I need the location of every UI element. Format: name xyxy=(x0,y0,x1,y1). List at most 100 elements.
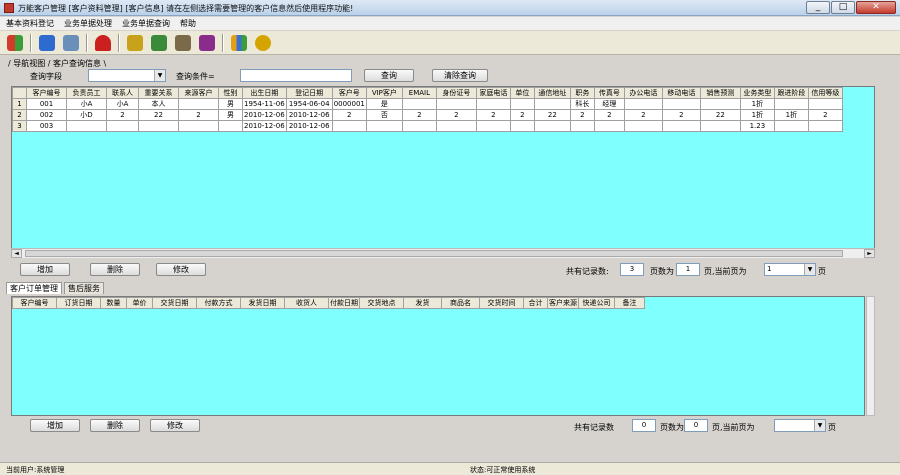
table-cell[interactable] xyxy=(106,120,139,132)
col-header[interactable]: 性别 xyxy=(218,87,243,99)
table-cell[interactable]: 2 xyxy=(401,109,437,121)
table-cell[interactable]: 否 xyxy=(365,109,403,121)
table-cell[interactable] xyxy=(218,120,243,132)
table-cell[interactable] xyxy=(699,98,741,110)
table-cell[interactable]: 0000001 xyxy=(331,98,367,110)
table-cell[interactable]: 1折 xyxy=(739,98,775,110)
col-header[interactable]: 身份证号 xyxy=(435,87,477,99)
table-cell[interactable] xyxy=(773,120,809,132)
row-number[interactable]: 1 xyxy=(12,98,27,110)
col-header[interactable]: 单价 xyxy=(126,297,153,309)
query-field-select[interactable]: ▼ xyxy=(88,69,166,82)
scroll-thumb[interactable] xyxy=(25,250,843,257)
table-cell[interactable]: 2010-12-06 xyxy=(242,120,287,132)
col-header[interactable]: 交货地点 xyxy=(359,297,404,309)
col-header[interactable]: 联系人 xyxy=(106,87,139,99)
table-row[interactable]: 2 002 小D 2 22 2 男 2010-12-06 2010-12-06 … xyxy=(12,109,843,121)
table-cell[interactable] xyxy=(533,120,571,132)
col-header[interactable]: 订货日期 xyxy=(56,297,101,309)
col-header[interactable]: 合计 xyxy=(523,297,548,309)
chevron-down-icon[interactable]: ▼ xyxy=(804,264,815,275)
table-cell[interactable]: 2 xyxy=(509,109,535,121)
table-cell[interactable] xyxy=(178,98,219,110)
col-header[interactable]: 数量 xyxy=(100,297,127,309)
tool-button-5[interactable] xyxy=(124,33,146,53)
customer-grid-hscrollbar[interactable]: ◄ ► xyxy=(11,248,875,258)
col-header[interactable]: 通信地址 xyxy=(533,87,571,99)
col-header[interactable]: 商品名 xyxy=(441,297,480,309)
col-header[interactable]: VIP客户 xyxy=(365,87,403,99)
col-header[interactable]: 业务类型 xyxy=(739,87,775,99)
table-cell[interactable] xyxy=(773,98,809,110)
delete-customer-button[interactable]: 删除 xyxy=(90,263,140,276)
table-cell[interactable] xyxy=(401,98,437,110)
col-header[interactable]: 发货日期 xyxy=(240,297,285,309)
query-keyword-input[interactable] xyxy=(240,69,352,82)
col-header[interactable]: 重要关系 xyxy=(138,87,179,99)
col-header[interactable]: EMAIL xyxy=(401,87,437,99)
table-cell[interactable]: 男 xyxy=(218,98,243,110)
table-cell[interactable]: 1折 xyxy=(773,109,809,121)
col-header[interactable]: 交货日期 xyxy=(152,297,197,309)
row-number[interactable]: 2 xyxy=(12,109,27,121)
col-header[interactable]: 快递公司 xyxy=(578,297,615,309)
table-cell[interactable] xyxy=(435,98,477,110)
maximize-button[interactable]: □ xyxy=(831,1,855,14)
col-header[interactable]: 办公电话 xyxy=(623,87,663,99)
table-cell[interactable] xyxy=(401,120,437,132)
order-page-select[interactable]: ▼ xyxy=(774,419,826,432)
clear-query-button[interactable]: 清除查询 xyxy=(432,69,488,82)
table-cell[interactable]: 003 xyxy=(26,120,67,132)
query-button[interactable]: 查询 xyxy=(364,69,414,82)
table-cell[interactable]: 2010-12-06 xyxy=(242,109,287,121)
table-cell[interactable] xyxy=(807,120,843,132)
add-order-button[interactable]: 增加 xyxy=(30,419,80,432)
orders-grid-vscrollbar[interactable] xyxy=(866,296,875,416)
tool-button-8[interactable] xyxy=(196,33,218,53)
table-cell[interactable] xyxy=(699,120,741,132)
table-cell[interactable]: 001 xyxy=(26,98,67,110)
close-button[interactable]: ✕ xyxy=(856,1,896,14)
col-header[interactable]: 付款日期 xyxy=(328,297,360,309)
table-cell[interactable]: 002 xyxy=(26,109,67,121)
table-cell[interactable] xyxy=(623,98,663,110)
table-cell[interactable] xyxy=(509,120,535,132)
add-customer-button[interactable]: 增加 xyxy=(20,263,70,276)
menu-help[interactable]: 帮助 xyxy=(180,18,196,29)
col-header[interactable]: 客户编号 xyxy=(12,297,57,309)
table-cell[interactable] xyxy=(138,120,179,132)
col-header[interactable]: 家庭电话 xyxy=(475,87,511,99)
col-header[interactable]: 单位 xyxy=(509,87,535,99)
table-row[interactable]: 1 001 小A 小A 本人 男 1954-11-06 1954-06-04 0… xyxy=(12,98,843,110)
scroll-left-icon[interactable]: ◄ xyxy=(11,249,22,258)
table-cell[interactable]: 2 xyxy=(569,109,595,121)
table-cell[interactable]: 科长 xyxy=(569,98,595,110)
table-cell[interactable]: 2010-12-06 xyxy=(285,120,333,132)
table-cell[interactable]: 2 xyxy=(661,109,701,121)
col-header[interactable]: 出生日期 xyxy=(242,87,287,99)
col-header[interactable]: 交货时间 xyxy=(479,297,524,309)
edit-order-button[interactable]: 修改 xyxy=(150,419,200,432)
table-cell[interactable]: 2 xyxy=(331,109,367,121)
col-header[interactable]: 客户编号 xyxy=(26,87,67,99)
table-cell[interactable] xyxy=(807,98,843,110)
col-header[interactable]: 信用等级 xyxy=(807,87,843,99)
chevron-down-icon[interactable]: ▼ xyxy=(154,70,165,81)
table-cell[interactable]: 22 xyxy=(699,109,741,121)
table-cell[interactable]: 2 xyxy=(475,109,511,121)
table-cell[interactable] xyxy=(365,120,403,132)
table-cell[interactable]: 是 xyxy=(365,98,403,110)
col-header[interactable]: 付款方式 xyxy=(196,297,241,309)
tool-button-6[interactable] xyxy=(148,33,170,53)
table-cell[interactable]: 1954-11-06 xyxy=(242,98,287,110)
col-header[interactable]: 负责员工 xyxy=(66,87,107,99)
tool-button-10[interactable] xyxy=(252,33,274,53)
table-cell[interactable]: 2 xyxy=(106,109,139,121)
col-header[interactable]: 客户来源 xyxy=(547,297,579,309)
table-cell[interactable] xyxy=(509,98,535,110)
row-number[interactable]: 3 xyxy=(12,120,27,132)
table-cell[interactable]: 2010-12-06 xyxy=(285,109,333,121)
col-header[interactable]: 发货 xyxy=(403,297,442,309)
tool-button-4[interactable] xyxy=(92,33,114,53)
col-header[interactable]: 销售预测 xyxy=(699,87,741,99)
